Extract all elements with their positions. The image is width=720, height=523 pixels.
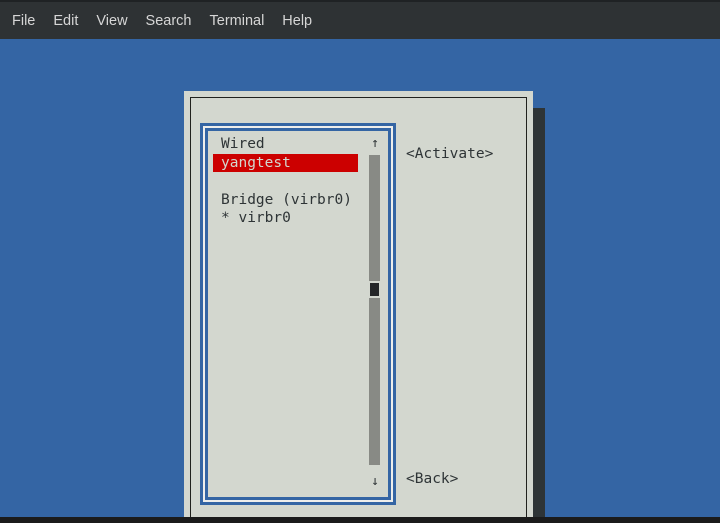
menu-terminal[interactable]: Terminal — [201, 9, 274, 33]
listbox-scrollbar[interactable]: ↑ ↓ — [364, 131, 386, 497]
menu-view[interactable]: View — [87, 9, 136, 33]
connection-list: Wired yangtest Bridge (virbr0) * virbr0 — [208, 135, 362, 228]
activate-button[interactable]: <Activate> — [406, 145, 493, 163]
connection-listbox[interactable]: Wired yangtest Bridge (virbr0) * virbr0 … — [200, 123, 396, 505]
menu-file[interactable]: File — [3, 9, 44, 33]
list-item-yangtest[interactable]: yangtest — [213, 153, 358, 172]
menu-help[interactable]: Help — [273, 9, 321, 33]
menu-edit[interactable]: Edit — [44, 9, 87, 33]
menu-search[interactable]: Search — [137, 9, 201, 33]
list-item-wired[interactable]: Wired — [208, 135, 362, 154]
terminal-window: File Edit View Search Terminal Help Wire… — [0, 0, 720, 523]
list-item-virbr0[interactable]: * virbr0 — [208, 209, 362, 228]
scrollbar-thumb[interactable] — [370, 283, 379, 296]
back-button[interactable]: <Back> — [406, 470, 458, 488]
scroll-down-arrow-icon[interactable]: ↓ — [364, 473, 386, 491]
list-item-spacer — [208, 172, 362, 191]
window-bottom-edge — [0, 517, 720, 523]
menu-bar: File Edit View Search Terminal Help — [0, 0, 720, 39]
terminal-canvas[interactable]: Wired yangtest Bridge (virbr0) * virbr0 … — [0, 39, 720, 523]
scroll-up-arrow-icon[interactable]: ↑ — [364, 135, 386, 153]
scrollbar-track-upper[interactable] — [369, 155, 380, 281]
list-item-bridge-virbr0[interactable]: Bridge (virbr0) — [208, 191, 362, 210]
listbox-content: Wired yangtest Bridge (virbr0) * virbr0 … — [208, 131, 388, 497]
scrollbar-track-lower[interactable] — [369, 298, 380, 465]
listbox-border: Wired yangtest Bridge (virbr0) * virbr0 … — [203, 126, 393, 502]
